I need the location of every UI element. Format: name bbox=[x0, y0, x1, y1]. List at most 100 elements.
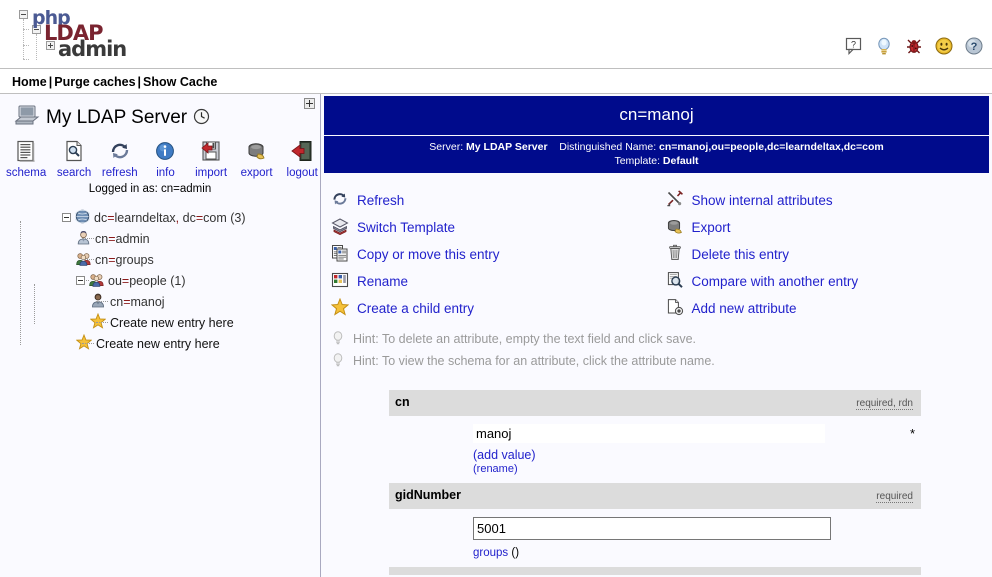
attribute-body-gidnumber: groups () bbox=[389, 509, 921, 567]
action-rename-label[interactable]: Rename bbox=[357, 274, 408, 289]
trash-icon bbox=[666, 244, 684, 265]
attribute-name-cn[interactable]: cn bbox=[395, 395, 410, 409]
action-compare-entry[interactable]: Compare with another entry bbox=[662, 268, 992, 295]
action-copy-or-move-label[interactable]: Copy or move this entry bbox=[357, 247, 500, 262]
tree-expander-minus-icon[interactable] bbox=[76, 276, 85, 285]
action-show-internal-attributes-label[interactable]: Show internal attributes bbox=[692, 193, 833, 208]
tree-node-root-label[interactable]: dc=learndeltax, dc=com (3) bbox=[94, 211, 246, 225]
copy-icon bbox=[331, 244, 349, 265]
logged-in-prefix: Logged in as: bbox=[89, 183, 161, 195]
entry-server-label: Server: bbox=[429, 141, 463, 153]
globe-icon bbox=[75, 209, 90, 227]
logo-expander-icon bbox=[19, 10, 28, 19]
action-refresh-label[interactable]: Refresh bbox=[357, 193, 404, 208]
logo-text-admin: admin bbox=[58, 37, 126, 61]
hint-row: Hint: To view the schema for an attribut… bbox=[321, 350, 992, 372]
tree-node-ou-people-label[interactable]: ou=people (1) bbox=[108, 274, 186, 288]
breadcrumb-nav: Home|Purge caches|Show Cache bbox=[0, 68, 992, 94]
attribute-flags-gidnumber: required bbox=[876, 491, 913, 503]
attribute-flags-cn: required, rdn bbox=[856, 398, 913, 410]
action-export-label[interactable]: Export bbox=[692, 220, 731, 235]
lightbulb-icon[interactable] bbox=[874, 36, 894, 56]
svg-text:?: ? bbox=[971, 41, 978, 53]
action-create-child-entry-label[interactable]: Create a child entry bbox=[357, 301, 474, 316]
action-show-internal-attributes[interactable]: Show internal attributes bbox=[662, 187, 992, 214]
tree-node-cn-manoj-label[interactable]: cn=manoj bbox=[110, 295, 165, 309]
gidnumber-groups-link[interactable]: groups bbox=[473, 547, 508, 559]
tree-connector bbox=[82, 343, 94, 344]
action-switch-template-label[interactable]: Switch Template bbox=[357, 220, 455, 235]
attribute-header-next-partial bbox=[389, 567, 921, 575]
tree-node-cn-groups[interactable]: cn=groups bbox=[62, 249, 320, 270]
lightbulb-icon bbox=[331, 352, 345, 370]
action-delete-entry-label[interactable]: Delete this entry bbox=[692, 247, 790, 262]
entry-dn-value: cn=manoj,ou=people,dc=learndeltax,dc=com bbox=[659, 141, 884, 153]
tree-expander-minus-icon[interactable] bbox=[62, 213, 71, 222]
compare-icon bbox=[666, 271, 684, 292]
clock-icon[interactable] bbox=[193, 108, 210, 128]
logo-tick bbox=[23, 29, 29, 31]
sidebar-collapse-toggle[interactable] bbox=[304, 98, 315, 109]
toolbar-label-logout: logout bbox=[284, 167, 320, 179]
entry-template-value: Default bbox=[663, 155, 699, 167]
attribute-name-gidnumber[interactable]: gidNumber bbox=[395, 488, 461, 502]
toolbar-item-export[interactable]: export bbox=[239, 139, 275, 179]
entry-server-value: My LDAP Server bbox=[466, 141, 548, 153]
hint-list: Hint: To delete an attribute, empty the … bbox=[321, 328, 992, 372]
phpldapadmin-page: php LDAP admin ? bbox=[0, 0, 992, 576]
help-balloon-icon[interactable]: ? bbox=[844, 36, 864, 56]
gidnumber-value-input[interactable] bbox=[473, 517, 831, 540]
toolbar-item-refresh[interactable]: refresh bbox=[102, 139, 138, 179]
nav-purge-caches-link[interactable]: Purge caches bbox=[54, 75, 135, 89]
toolbar-item-info[interactable]: info bbox=[148, 139, 184, 179]
cn-add-value-link[interactable]: (add value) bbox=[473, 448, 825, 462]
phpldapadmin-logo: php LDAP admin bbox=[14, 7, 134, 63]
tree-node-cn-manoj[interactable]: cn=manoj bbox=[62, 291, 320, 312]
toolbar-item-logout[interactable]: logout bbox=[284, 139, 320, 179]
top-bar: php LDAP admin ? bbox=[0, 0, 992, 68]
tree-node-ou-people[interactable]: ou=people (1) bbox=[62, 270, 320, 291]
tree-node-cn-admin[interactable]: cn=admin bbox=[62, 228, 320, 249]
toolbar-item-import[interactable]: import bbox=[193, 139, 229, 179]
tree-guide-line bbox=[34, 284, 35, 324]
tree-node-create-new-entry-label[interactable]: Create new entry here bbox=[110, 316, 234, 330]
tree-node-create-new-entry-label[interactable]: Create new entry here bbox=[96, 337, 220, 351]
action-switch-template[interactable]: Switch Template bbox=[327, 214, 658, 241]
tree-node-root[interactable]: dc=learndeltax, dc=com (3) bbox=[62, 207, 320, 228]
attribute-value-wrap-cn: (add value) (rename) bbox=[389, 424, 825, 475]
ldap-tree: dc=learndeltax, dc=com (3) cn=admin bbox=[0, 207, 320, 354]
smiley-icon[interactable] bbox=[934, 36, 954, 56]
action-copy-or-move[interactable]: Copy or move this entry bbox=[327, 241, 658, 268]
action-add-new-attribute-label[interactable]: Add new attribute bbox=[692, 301, 797, 316]
search-icon bbox=[56, 139, 92, 165]
entry-content: cn=manoj Server: My LDAP Server Distingu… bbox=[321, 94, 992, 577]
action-create-child-entry[interactable]: Create a child entry bbox=[327, 295, 658, 322]
toolbar-item-schema[interactable]: schema bbox=[6, 139, 46, 179]
question-sphere-icon[interactable]: ? bbox=[964, 36, 984, 56]
action-rename[interactable]: Rename bbox=[327, 268, 658, 295]
star-icon bbox=[331, 298, 349, 319]
tree-node-cn-admin-label[interactable]: cn=admin bbox=[95, 232, 150, 246]
cn-rename-link[interactable]: (rename) bbox=[473, 463, 825, 475]
svg-text:?: ? bbox=[851, 40, 856, 50]
tree-node-cn-groups-label[interactable]: cn=groups bbox=[95, 253, 154, 267]
template-icon bbox=[331, 217, 349, 238]
cn-value-input[interactable] bbox=[473, 424, 825, 443]
entry-actions-left-column: Refresh Switch Template bbox=[327, 187, 658, 322]
action-refresh[interactable]: Refresh bbox=[327, 187, 658, 214]
action-compare-entry-label[interactable]: Compare with another entry bbox=[692, 274, 859, 289]
lightbulb-icon bbox=[331, 330, 345, 348]
nav-show-cache-link[interactable]: Show Cache bbox=[143, 75, 217, 89]
entry-actions: Refresh Switch Template bbox=[321, 187, 992, 322]
tree-node-create-new-entry-root[interactable]: Create new entry here bbox=[62, 333, 320, 354]
toolbar-label-schema: schema bbox=[6, 167, 46, 179]
group-icon bbox=[89, 272, 104, 290]
nav-home-link[interactable]: Home bbox=[12, 75, 47, 89]
toolbar-item-search[interactable]: search bbox=[56, 139, 92, 179]
tree-node-create-new-entry-child[interactable]: Create new entry here bbox=[62, 312, 320, 333]
action-add-new-attribute[interactable]: Add new attribute bbox=[662, 295, 992, 322]
attribute-body-cn: (add value) (rename) * bbox=[389, 416, 921, 483]
bug-icon[interactable] bbox=[904, 36, 924, 56]
action-export[interactable]: Export bbox=[662, 214, 992, 241]
action-delete-entry[interactable]: Delete this entry bbox=[662, 241, 992, 268]
